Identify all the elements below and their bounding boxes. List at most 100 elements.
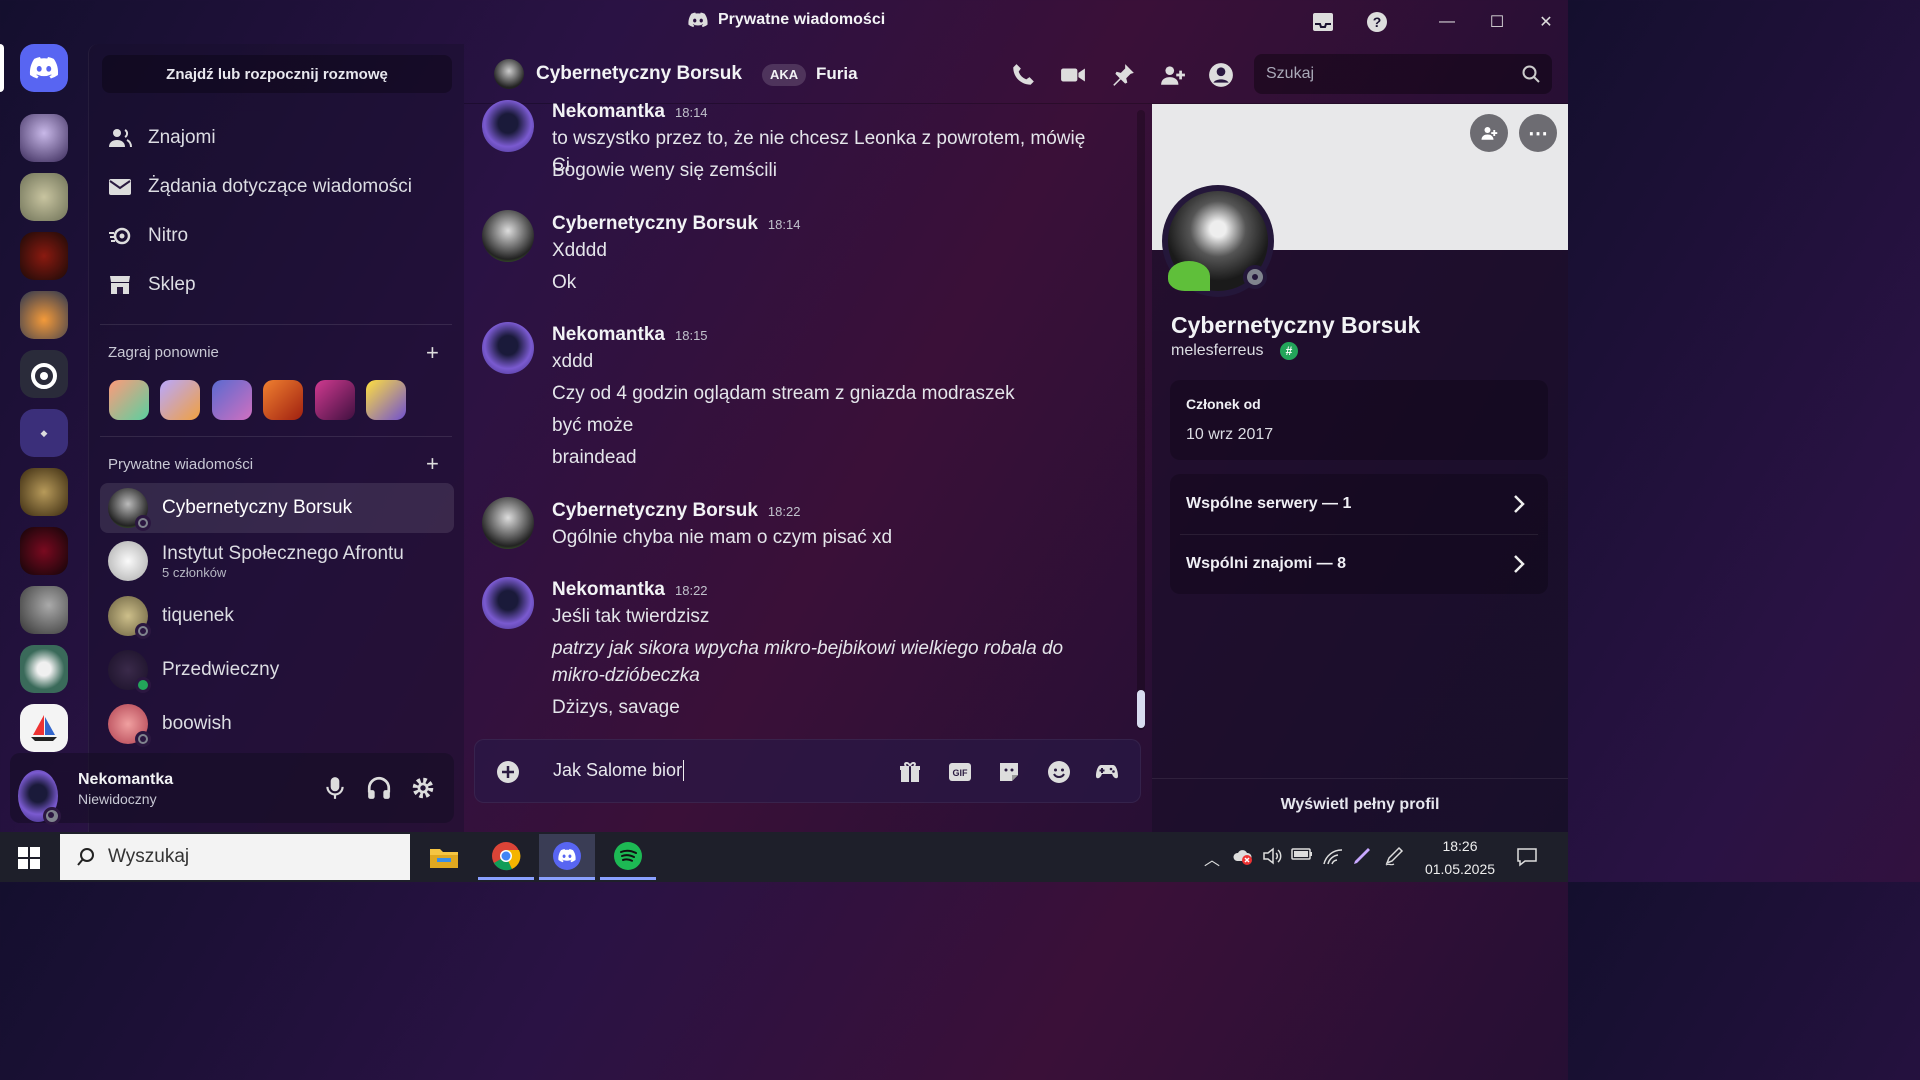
mutual-servers-label: Wspólne serwery — 1 bbox=[1186, 495, 1352, 512]
game-icon[interactable] bbox=[263, 380, 303, 420]
message-input[interactable]: Jak Salome bior bbox=[553, 760, 685, 781]
dm-item[interactable]: Cybernetyczny Borsuk bbox=[100, 483, 454, 533]
battery-icon[interactable] bbox=[1291, 846, 1313, 868]
dm-item[interactable]: Przedwieczny bbox=[100, 645, 454, 695]
game-icon[interactable] bbox=[315, 380, 355, 420]
inbox-icon[interactable] bbox=[1308, 8, 1338, 36]
message-author[interactable]: Nekomantka 18:22 bbox=[552, 579, 708, 601]
message-time: 18:14 bbox=[767, 217, 801, 232]
maximize-button[interactable]: ☐ bbox=[1482, 8, 1512, 36]
user-profile-icon[interactable] bbox=[1208, 62, 1234, 88]
add-friend-button[interactable] bbox=[1470, 114, 1508, 152]
aka-name: Furia bbox=[816, 64, 858, 83]
message-avatar[interactable] bbox=[482, 322, 534, 374]
tray-chevron-up-icon[interactable]: ︿ bbox=[1204, 846, 1226, 869]
minimize-button[interactable]: — bbox=[1432, 8, 1462, 36]
message-author[interactable]: Nekomantka 18:15 bbox=[552, 324, 708, 346]
pen-workspace-icon[interactable] bbox=[1384, 846, 1406, 868]
game-icon[interactable] bbox=[160, 380, 200, 420]
message-avatar[interactable] bbox=[482, 210, 534, 262]
message-author[interactable]: Cybernetyczny Borsuk 18:22 bbox=[552, 500, 800, 522]
pen-tray-icon[interactable] bbox=[1352, 846, 1374, 868]
notification-center-icon[interactable] bbox=[1516, 846, 1538, 868]
server-icon[interactable] bbox=[20, 527, 68, 575]
mutual-friends-row[interactable]: Wspólni znajomi — 8 bbox=[1170, 534, 1548, 594]
author-name: Nekomantka bbox=[552, 101, 665, 122]
message-time: 18:22 bbox=[767, 504, 801, 519]
clock-date[interactable]: 01.05.2025 bbox=[1420, 861, 1500, 877]
nav-message-requests[interactable]: Żądania dotyczące wiadomości bbox=[108, 167, 412, 207]
windows-start-icon[interactable] bbox=[18, 847, 40, 874]
activities-gamepad-icon[interactable] bbox=[1094, 760, 1120, 784]
discord-taskbar-icon[interactable] bbox=[539, 834, 595, 880]
message-avatar[interactable] bbox=[482, 100, 534, 152]
server-icon[interactable] bbox=[20, 232, 68, 280]
mutual-servers-row[interactable]: Wspólne serwery — 1 bbox=[1170, 474, 1548, 534]
nav-friends[interactable]: Znajomi bbox=[108, 118, 216, 158]
server-icon[interactable] bbox=[20, 645, 68, 693]
add-game-icon[interactable]: + bbox=[426, 340, 439, 366]
server-icon[interactable] bbox=[20, 350, 68, 398]
game-icon[interactable] bbox=[366, 380, 406, 420]
microphone-icon[interactable] bbox=[322, 775, 348, 801]
message-avatar[interactable] bbox=[482, 497, 534, 549]
hashtag-badge-icon[interactable]: # bbox=[1280, 342, 1298, 360]
clock-time[interactable]: 18:26 bbox=[1420, 838, 1500, 854]
chrome-icon[interactable] bbox=[478, 834, 534, 880]
dm-item[interactable]: Instytut Społecznego Afrontu 5 członków bbox=[100, 536, 454, 586]
scrollbar-thumb[interactable] bbox=[1137, 690, 1145, 728]
server-icon[interactable] bbox=[20, 586, 68, 634]
nav-shop[interactable]: Sklep bbox=[108, 265, 196, 305]
game-icon[interactable] bbox=[109, 380, 149, 420]
dm-item[interactable]: tiquenek bbox=[100, 591, 454, 641]
file-explorer-icon[interactable] bbox=[416, 834, 472, 880]
taskbar-search-input[interactable]: Wyszukaj bbox=[60, 834, 410, 880]
volume-icon[interactable] bbox=[1262, 846, 1284, 868]
more-options-button[interactable]: ⋯ bbox=[1519, 114, 1557, 152]
member-since-label: Członek od bbox=[1186, 396, 1261, 412]
dm-name: Instytut Społecznego Afrontu bbox=[162, 542, 404, 564]
add-friend-icon bbox=[1481, 127, 1498, 140]
headphones-icon[interactable] bbox=[366, 775, 392, 801]
grass-decoration bbox=[1168, 261, 1210, 291]
header-avatar bbox=[494, 59, 524, 89]
help-icon[interactable]: ? bbox=[1362, 8, 1392, 36]
emoji-icon[interactable] bbox=[1046, 760, 1072, 784]
home-button[interactable] bbox=[20, 44, 68, 92]
find-conversation-button[interactable]: Znajdź lub rozpocznij rozmowę bbox=[102, 55, 452, 93]
message-author[interactable]: Cybernetyczny Borsuk 18:14 bbox=[552, 213, 800, 235]
header-username[interactable]: Cybernetyczny Borsuk bbox=[536, 63, 742, 85]
mutual-friends-label: Wspólni znajomi — 8 bbox=[1186, 555, 1347, 572]
onedrive-error-icon[interactable] bbox=[1232, 846, 1254, 868]
nav-nitro[interactable]: Nitro bbox=[108, 216, 188, 256]
server-icon[interactable] bbox=[20, 291, 68, 339]
close-button[interactable]: ✕ bbox=[1531, 8, 1561, 36]
settings-gear-icon[interactable] bbox=[410, 775, 436, 801]
pin-icon[interactable] bbox=[1110, 62, 1136, 88]
view-full-profile-link[interactable]: Wyświetl pełny profil bbox=[1152, 796, 1568, 814]
server-icon[interactable] bbox=[20, 114, 68, 162]
server-icon[interactable] bbox=[20, 468, 68, 516]
dm-header: Prywatne wiadomości bbox=[108, 456, 254, 473]
sticker-icon[interactable] bbox=[996, 760, 1022, 784]
server-icon[interactable] bbox=[20, 704, 68, 752]
video-call-icon[interactable] bbox=[1060, 62, 1086, 88]
add-friend-icon[interactable] bbox=[1160, 62, 1186, 88]
spotify-icon[interactable] bbox=[600, 834, 656, 880]
server-icon[interactable] bbox=[20, 173, 68, 221]
game-icon[interactable] bbox=[212, 380, 252, 420]
add-attachment-icon[interactable] bbox=[495, 760, 521, 784]
create-dm-icon[interactable]: + bbox=[426, 451, 439, 477]
nav-label: Znajomi bbox=[148, 127, 216, 148]
message-author[interactable]: Nekomantka 18:14 bbox=[552, 101, 708, 123]
server-icon[interactable]: ◆ bbox=[20, 409, 68, 457]
message-avatar[interactable] bbox=[482, 577, 534, 629]
wifi-icon[interactable] bbox=[1322, 846, 1344, 868]
gift-icon[interactable] bbox=[897, 760, 923, 784]
user-avatar[interactable] bbox=[18, 770, 61, 825]
gif-icon[interactable]: GIF bbox=[947, 760, 973, 784]
voice-call-icon[interactable] bbox=[1010, 62, 1036, 88]
scrollbar-track[interactable] bbox=[1137, 110, 1145, 730]
dm-item[interactable]: boowish bbox=[100, 699, 454, 749]
search-input[interactable]: Szukaj bbox=[1254, 54, 1552, 94]
